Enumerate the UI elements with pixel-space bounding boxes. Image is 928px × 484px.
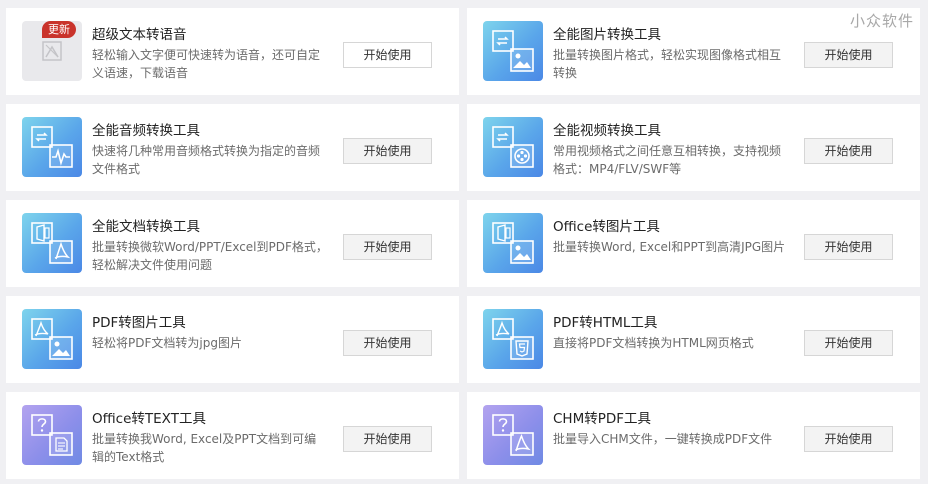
tool-title: 全能文档转换工具 [92, 219, 200, 235]
tool-card-office-to-text[interactable]: Office转TEXT工具 批量转换我Word, Excel及PPT文档到可编辑… [6, 392, 459, 479]
tool-title: PDF转图片工具 [92, 315, 186, 331]
pdf-to-image-icon [22, 309, 82, 369]
tool-description: 批量转换图片格式，轻松实现图像格式相互转换 [553, 48, 782, 80]
start-button[interactable]: 开始使用 [804, 330, 893, 356]
tool-grid: 更新 超级文本转语音 轻松输入文字便可快速转为语音，还可自定义语速，下载语音 开… [6, 8, 920, 479]
tool-card-pdf-to-html[interactable]: PDF转HTML工具 直接将PDF文档转换为HTML网页格式 开始使用 [467, 296, 920, 383]
tool-title: 全能音频转换工具 [92, 123, 200, 139]
tool-title: 全能视频转换工具 [553, 123, 661, 139]
start-button[interactable]: 开始使用 [343, 138, 432, 164]
tool-title: CHM转PDF工具 [553, 411, 652, 427]
tool-description: 常用视频格式之间任意互相转换，支持视频格式：MP4/FLV/SWF等 [553, 144, 782, 176]
tool-card-document-convert[interactable]: 全能文档转换工具 批量转换微软Word/PPT/Excel到PDF格式，轻松解决… [6, 200, 459, 287]
tool-description: 批量导入CHM文件，一键转换成PDF文件 [553, 432, 773, 446]
pdf-to-html-icon [483, 309, 543, 369]
tool-description: 批量转换Word, Excel和PPT到高清JPG图片 [553, 240, 786, 254]
tool-title: 超级文本转语音 [92, 27, 187, 43]
image-convert-icon [483, 21, 543, 81]
update-badge: 更新 [42, 21, 76, 38]
tool-title: Office转TEXT工具 [92, 411, 206, 427]
start-button[interactable]: 开始使用 [804, 42, 893, 68]
tool-description: 轻松将PDF文档转为jpg图片 [92, 336, 242, 350]
tool-card-pdf-to-image[interactable]: PDF转图片工具 轻松将PDF文档转为jpg图片 开始使用 [6, 296, 459, 383]
start-button[interactable]: 开始使用 [343, 234, 432, 260]
tool-card-office-to-image[interactable]: Office转图片工具 批量转换Word, Excel和PPT到高清JPG图片 … [467, 200, 920, 287]
tool-description: 批量转换微软Word/PPT/Excel到PDF格式，轻松解决文件使用问题 [92, 240, 328, 272]
start-button[interactable]: 开始使用 [343, 42, 432, 68]
tool-title: PDF转HTML工具 [553, 315, 658, 331]
start-button[interactable]: 开始使用 [804, 138, 893, 164]
tool-card-chm-to-pdf[interactable]: CHM转PDF工具 批量导入CHM文件，一键转换成PDF文件 开始使用 [467, 392, 920, 479]
document-convert-icon [22, 213, 82, 273]
start-button[interactable]: 开始使用 [343, 330, 432, 356]
audio-convert-icon [22, 117, 82, 177]
tool-title: Office转图片工具 [553, 219, 660, 235]
office-to-text-icon [22, 405, 82, 465]
watermark-text: 小众软件 [849, 12, 914, 30]
tool-description: 快速将几种常用音频格式转换为指定的音频文件格式 [92, 144, 321, 176]
tool-card-text-to-speech[interactable]: 更新 超级文本转语音 轻松输入文字便可快速转为语音，还可自定义语速，下载语音 开… [6, 8, 459, 95]
start-button[interactable]: 开始使用 [804, 426, 893, 452]
tool-card-video-convert[interactable]: 全能视频转换工具 常用视频格式之间任意互相转换，支持视频格式：MP4/FLV/S… [467, 104, 920, 191]
tool-description: 批量转换我Word, Excel及PPT文档到可编辑的Text格式 [92, 432, 317, 464]
tool-title: 全能图片转换工具 [553, 27, 661, 43]
chm-to-pdf-icon [483, 405, 543, 465]
tool-card-audio-convert[interactable]: 全能音频转换工具 快速将几种常用音频格式转换为指定的音频文件格式 开始使用 [6, 104, 459, 191]
tool-description: 轻松输入文字便可快速转为语音，还可自定义语速，下载语音 [92, 48, 321, 80]
video-convert-icon [483, 117, 543, 177]
tool-description: 直接将PDF文档转换为HTML网页格式 [553, 336, 754, 350]
start-button[interactable]: 开始使用 [343, 426, 432, 452]
start-button[interactable]: 开始使用 [804, 234, 893, 260]
office-to-image-icon [483, 213, 543, 273]
